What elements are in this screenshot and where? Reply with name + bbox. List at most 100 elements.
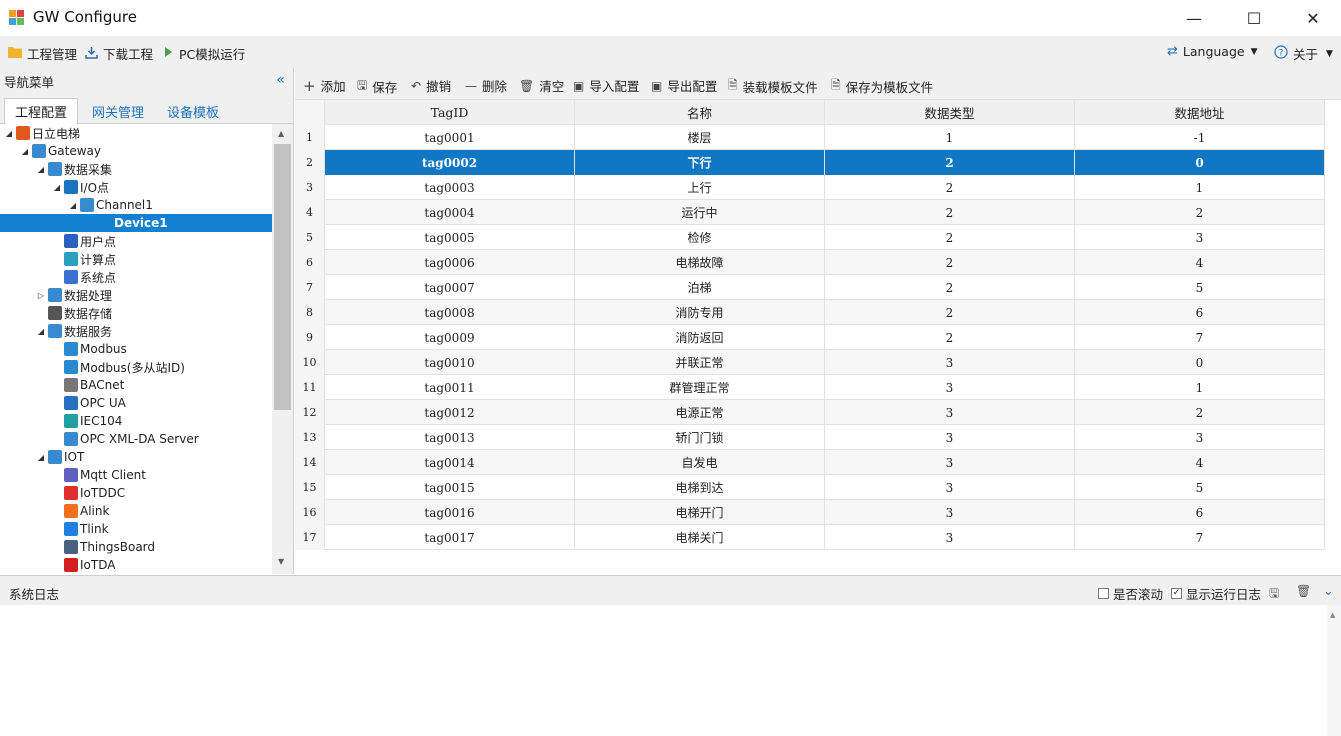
table-cell[interactable]: tag0002 xyxy=(325,150,575,175)
menu-simulate[interactable]: PC模拟运行 xyxy=(164,44,245,63)
tree-node[interactable]: ◢ 数据采集 xyxy=(0,160,272,178)
table-cell[interactable]: 5 xyxy=(1075,475,1325,500)
table-cell[interactable]: 3 xyxy=(825,425,1075,450)
tree-node[interactable]: ◢ Channel1 xyxy=(0,196,272,214)
table-cell[interactable]: 3 xyxy=(825,375,1075,400)
checkbox-checked[interactable]: ✓ xyxy=(1171,588,1182,599)
table-cell[interactable]: 2 xyxy=(825,200,1075,225)
menu-language[interactable]: ⇄ Language ▼ xyxy=(1167,44,1258,59)
column-header-name[interactable]: 名称 xyxy=(575,100,825,125)
table-cell[interactable]: 3 xyxy=(825,475,1075,500)
auto-scroll-checkbox[interactable]: 是否滚动 xyxy=(1098,584,1163,603)
expand-toggle-icon[interactable]: ◢ xyxy=(36,165,46,174)
table-cell[interactable]: 并联正常 xyxy=(575,350,825,375)
minimize-button[interactable]: — xyxy=(1164,0,1224,36)
clear-log-icon[interactable]: 🗑 xyxy=(1296,584,1311,598)
tree-node[interactable]: Modbus xyxy=(0,340,272,358)
scroll-down-icon[interactable]: ▼ xyxy=(278,557,284,566)
column-header-datatype[interactable]: 数据类型 xyxy=(825,100,1075,125)
tab-project-config[interactable]: 工程配置 xyxy=(4,98,79,125)
table-cell[interactable]: 1 xyxy=(1075,175,1325,200)
tree-node[interactable]: OPC UA xyxy=(0,394,272,412)
table-row[interactable]: 13 tag0013 轿门门锁 3 3 xyxy=(295,425,1325,450)
table-row[interactable]: 5 tag0005 检修 2 3 xyxy=(295,225,1325,250)
scrollbar-thumb[interactable] xyxy=(274,144,291,410)
table-cell[interactable]: 0 xyxy=(1075,150,1325,175)
table-cell[interactable]: 2 xyxy=(825,150,1075,175)
tree-node[interactable]: ThingsBoard xyxy=(0,538,272,556)
tree-node[interactable]: Modbus(多从站ID) xyxy=(0,358,272,376)
tree-scrollbar[interactable]: ▲ ▼ xyxy=(272,124,293,574)
tree-node[interactable]: OPC XML-DA Server xyxy=(0,430,272,448)
tree-node[interactable]: Device1 xyxy=(0,214,272,232)
column-header-tagid[interactable]: TagID xyxy=(325,100,575,125)
table-row[interactable]: 11 tag0011 群管理正常 3 1 xyxy=(295,375,1325,400)
tree-node[interactable]: ▷ 数据处理 xyxy=(0,286,272,304)
expand-toggle-icon[interactable]: ◢ xyxy=(52,183,62,192)
add-button[interactable]: + 添加 xyxy=(303,76,346,95)
table-row[interactable]: 17 tag0017 电梯关门 3 7 xyxy=(295,525,1325,550)
table-cell[interactable]: 检修 xyxy=(575,225,825,250)
scroll-up-icon[interactable]: ▲ xyxy=(278,129,284,138)
table-cell[interactable]: 运行中 xyxy=(575,200,825,225)
expand-toggle-icon[interactable]: ◢ xyxy=(20,147,30,156)
import-button[interactable]: ▣ 导入配置 xyxy=(573,76,639,95)
table-cell[interactable]: tag0016 xyxy=(325,500,575,525)
table-cell[interactable]: 1 xyxy=(825,125,1075,150)
table-cell[interactable]: tag0012 xyxy=(325,400,575,425)
table-cell[interactable]: 轿门门锁 xyxy=(575,425,825,450)
table-cell[interactable]: tag0014 xyxy=(325,450,575,475)
table-cell[interactable]: 1 xyxy=(1075,375,1325,400)
undo-button[interactable]: ↶ 撤销 xyxy=(411,76,451,95)
table-cell[interactable]: 电梯故障 xyxy=(575,250,825,275)
tree-node[interactable]: 系统点 xyxy=(0,268,272,286)
show-runtime-checkbox[interactable]: ✓ 显示运行日志 xyxy=(1171,584,1261,603)
tree-node[interactable]: 数据存储 xyxy=(0,304,272,322)
expand-toggle-icon[interactable]: ◢ xyxy=(4,129,14,138)
expand-toggle-icon[interactable]: ◢ xyxy=(36,327,46,336)
collapse-left-icon[interactable]: « xyxy=(276,72,285,88)
table-cell[interactable]: tag0001 xyxy=(325,125,575,150)
table-cell[interactable]: 自发电 xyxy=(575,450,825,475)
table-cell[interactable]: 5 xyxy=(1075,275,1325,300)
table-cell[interactable]: 2 xyxy=(825,275,1075,300)
table-cell[interactable]: 下行 xyxy=(575,150,825,175)
table-row[interactable]: 16 tag0016 电梯开门 3 6 xyxy=(295,500,1325,525)
table-cell[interactable]: 3 xyxy=(825,400,1075,425)
table-cell[interactable]: 3 xyxy=(825,350,1075,375)
tree-node[interactable]: IoTDA xyxy=(0,556,272,574)
table-cell[interactable]: 电梯关门 xyxy=(575,525,825,550)
tree-node[interactable]: 计算点 xyxy=(0,250,272,268)
table-cell[interactable]: 6 xyxy=(1075,300,1325,325)
table-row[interactable]: 1 tag0001 楼层 1 -1 xyxy=(295,125,1325,150)
expand-toggle-icon[interactable]: ▷ xyxy=(36,291,46,300)
table-row[interactable]: 7 tag0007 泊梯 2 5 xyxy=(295,275,1325,300)
table-cell[interactable]: 2 xyxy=(825,250,1075,275)
table-cell[interactable]: 电源正常 xyxy=(575,400,825,425)
table-cell[interactable]: tag0010 xyxy=(325,350,575,375)
table-cell[interactable]: 3 xyxy=(1075,225,1325,250)
table-cell[interactable]: -1 xyxy=(1075,125,1325,150)
table-cell[interactable]: tag0013 xyxy=(325,425,575,450)
table-cell[interactable]: 3 xyxy=(825,525,1075,550)
table-row[interactable]: 8 tag0008 消防专用 2 6 xyxy=(295,300,1325,325)
table-cell[interactable]: tag0006 xyxy=(325,250,575,275)
tree-node[interactable]: ◢ I/O点 xyxy=(0,178,272,196)
tree-node[interactable]: ◢ IOT xyxy=(0,448,272,466)
table-cell[interactable]: 楼层 xyxy=(575,125,825,150)
menu-about[interactable]: ? 关于 ▼ xyxy=(1274,44,1333,63)
table-cell[interactable]: 7 xyxy=(1075,325,1325,350)
tab-gateway-manage[interactable]: 网关管理 xyxy=(82,98,154,124)
table-row[interactable]: 3 tag0003 上行 2 1 xyxy=(295,175,1325,200)
menu-download[interactable]: 下载工程 xyxy=(85,44,153,63)
table-cell[interactable]: 2 xyxy=(825,225,1075,250)
table-cell[interactable]: 2 xyxy=(825,175,1075,200)
table-cell[interactable]: 3 xyxy=(825,450,1075,475)
delete-button[interactable]: — 删除 xyxy=(465,76,507,95)
table-row[interactable]: 10 tag0010 并联正常 3 0 xyxy=(295,350,1325,375)
expand-toggle-icon[interactable]: ◢ xyxy=(68,201,78,210)
table-cell[interactable]: tag0008 xyxy=(325,300,575,325)
table-cell[interactable]: 4 xyxy=(1075,250,1325,275)
tab-device-template[interactable]: 设备模板 xyxy=(157,98,229,124)
maximize-button[interactable]: ☐ xyxy=(1224,0,1284,36)
